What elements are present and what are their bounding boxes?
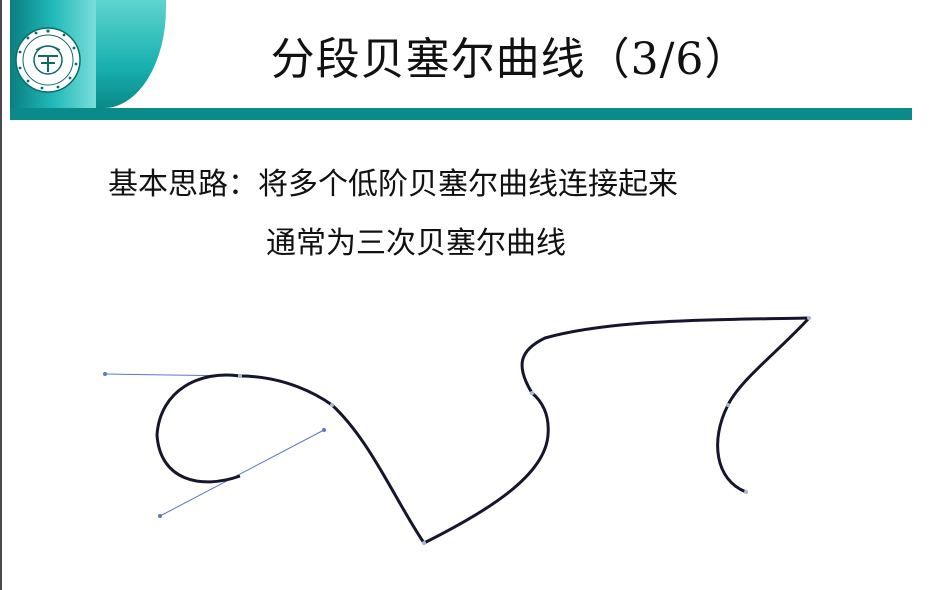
header-teal-curve xyxy=(96,0,166,108)
control-point-1 xyxy=(103,372,107,376)
segment-joint xyxy=(330,403,334,407)
bezier-segment-1 xyxy=(155,373,241,484)
segment-joint xyxy=(422,541,426,545)
bezier-segment-6 xyxy=(716,316,811,494)
bezier-segment-5 xyxy=(520,316,810,394)
segment-joint xyxy=(807,316,811,320)
control-point-2 xyxy=(158,514,162,518)
bezier-segment-2 xyxy=(239,374,333,407)
university-seal-logo xyxy=(15,27,81,93)
curve-endpoint xyxy=(744,490,748,494)
slide-title: 分段贝塞尔曲线（3/6） xyxy=(270,34,750,85)
header-teal-band xyxy=(10,108,912,120)
control-point-3 xyxy=(322,428,326,432)
bezier-segment-4 xyxy=(423,391,550,545)
body-text-main-idea: 基本思路：将多个低阶贝塞尔曲线连接起来 xyxy=(108,167,678,202)
segment-joint xyxy=(726,403,730,407)
segment-joint xyxy=(530,391,534,395)
piecewise-bezier-figure xyxy=(103,316,811,545)
segment-joint xyxy=(238,374,242,378)
bezier-segment-3 xyxy=(330,403,426,544)
body-text-cubic-note: 通常为三次贝塞尔曲线 xyxy=(266,226,566,261)
control-handle-line-2 xyxy=(159,429,325,517)
